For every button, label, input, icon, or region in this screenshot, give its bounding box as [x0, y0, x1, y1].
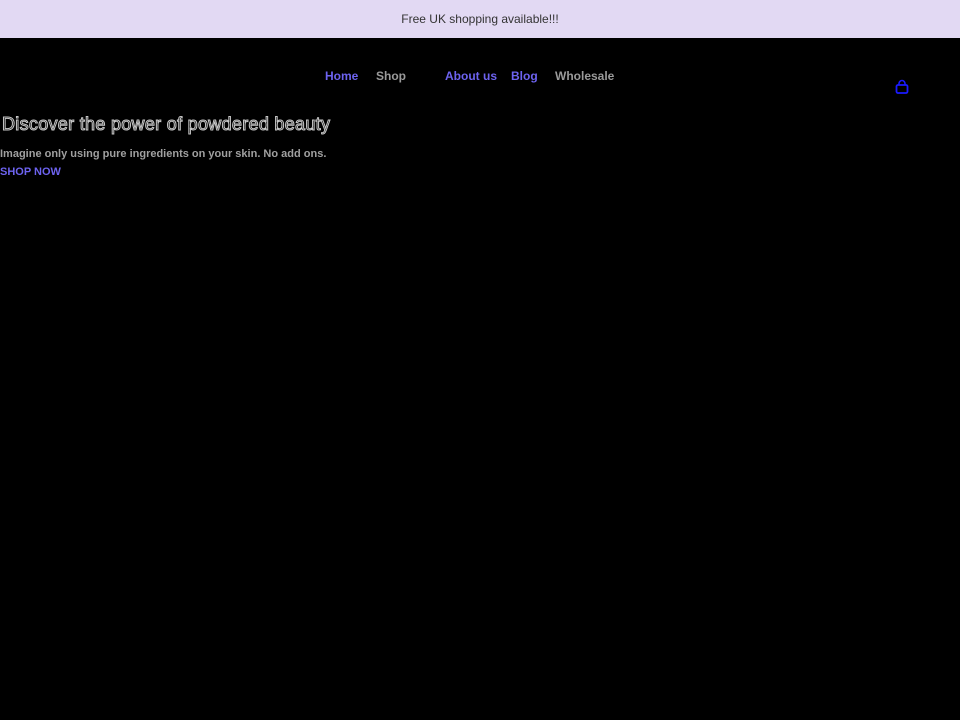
nav-item-blog[interactable]: Blog — [511, 68, 538, 84]
hero-title: Discover the power of powdered beauty — [1, 114, 331, 135]
shop-now-link[interactable]: SHOP NOW — [0, 166, 61, 178]
shopping-bag-icon — [895, 79, 909, 94]
hero-section: Discover the power of powdered beauty Im… — [0, 110, 960, 720]
announcement-bar: Free UK shopping available!!! — [0, 0, 960, 38]
site-header: Home Shop About us Blog Wholesale — [0, 38, 960, 110]
announcement-text: Free UK shopping available!!! — [401, 12, 559, 26]
nav-item-home[interactable]: Home — [325, 68, 358, 84]
cart-button[interactable] — [894, 79, 910, 95]
nav-item-about-us[interactable]: About us — [445, 68, 497, 84]
nav-item-wholesale[interactable]: Wholesale — [555, 68, 614, 84]
hero-subtitle: Imagine only using pure ingredients on y… — [0, 148, 327, 160]
nav-item-shop[interactable]: Shop — [376, 68, 406, 84]
main-nav: Home Shop About us Blog Wholesale — [0, 68, 960, 84]
